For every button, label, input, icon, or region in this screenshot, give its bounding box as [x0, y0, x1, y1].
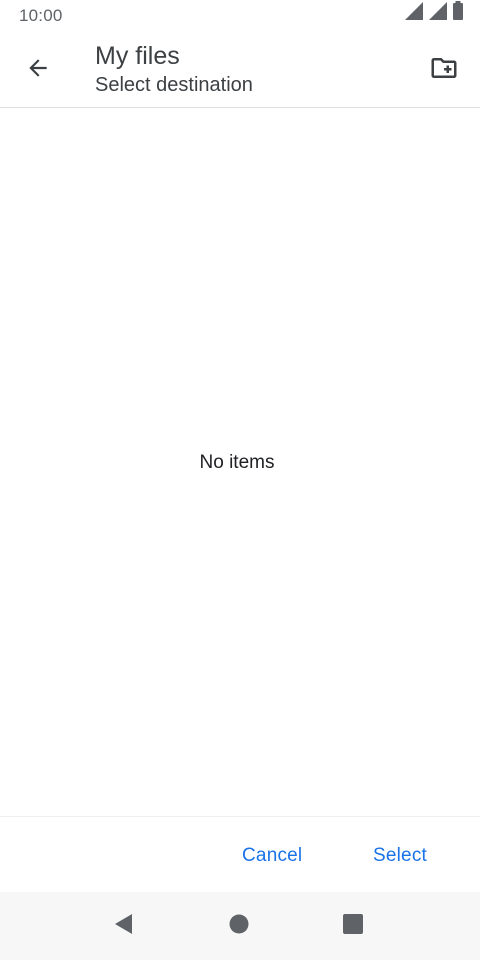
- create-new-folder-icon: [429, 53, 459, 88]
- signal-icon: [428, 1, 448, 26]
- signal-icon: [404, 1, 424, 26]
- nav-back-icon: [112, 912, 136, 941]
- battery-icon: [452, 1, 464, 26]
- empty-state-message: No items: [199, 452, 275, 473]
- nav-back-button[interactable]: [104, 906, 144, 946]
- back-button[interactable]: [14, 46, 62, 94]
- cancel-button[interactable]: Cancel: [232, 839, 312, 873]
- status-icons: [404, 1, 464, 26]
- screen: 10:00 My files Select destination No ite…: [0, 0, 480, 960]
- status-bar: 10:00: [0, 0, 480, 32]
- page-title: My files: [95, 42, 180, 70]
- select-button[interactable]: Select: [363, 839, 437, 873]
- app-bar: My files Select destination: [0, 32, 480, 108]
- page-subtitle: Select destination: [95, 74, 253, 96]
- nav-home-icon: [228, 913, 250, 940]
- system-nav-bar: [0, 892, 480, 960]
- title-block: My files Select destination: [95, 40, 253, 98]
- nav-recents-button[interactable]: [333, 906, 373, 946]
- file-list-area: No items: [0, 108, 480, 816]
- arrow-back-icon: [25, 55, 51, 86]
- new-folder-button[interactable]: [420, 46, 468, 94]
- nav-recents-icon: [342, 913, 364, 940]
- action-bar: Cancel Select: [0, 816, 480, 893]
- nav-home-button[interactable]: [219, 906, 259, 946]
- status-time: 10:00: [19, 6, 63, 25]
